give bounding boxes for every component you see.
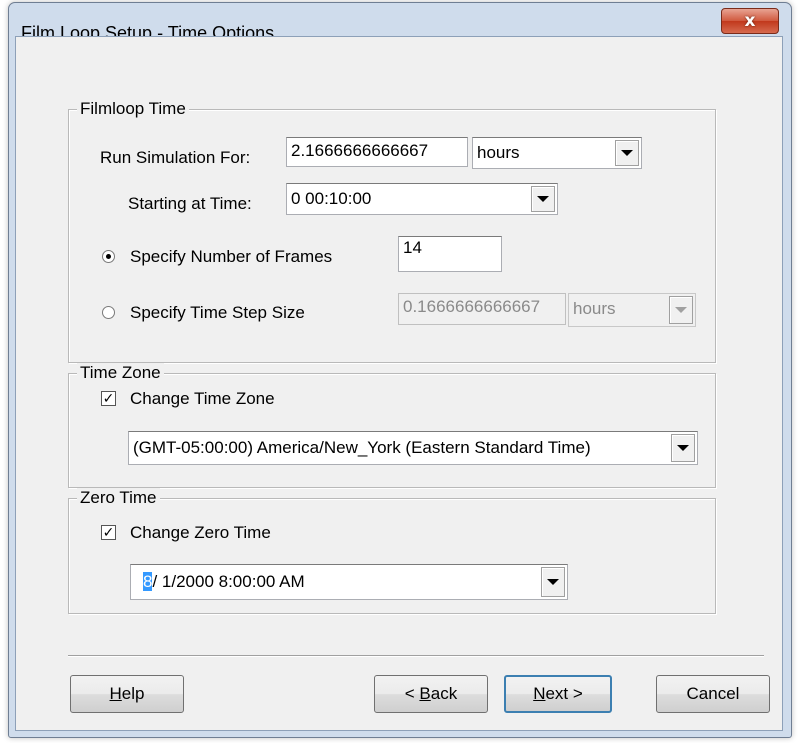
chevron-down-icon (677, 445, 689, 451)
change-zero-time-checkbox[interactable]: ✓ (101, 525, 116, 540)
next-label-rest: ext > (545, 684, 583, 703)
cancel-button[interactable]: Cancel (656, 675, 770, 713)
zero-time-value: 8/ 1/2000 8:00:00 AM (143, 565, 305, 599)
run-units-dropdown-arrow[interactable] (615, 140, 639, 166)
filmloop-time-group-label: Filmloop Time (77, 99, 189, 119)
starting-time-value: 0 00:10:00 (291, 189, 372, 208)
dialog-window: Film Loop Setup - Time Options x Filmloo… (8, 2, 792, 738)
help-button[interactable]: Help (70, 675, 184, 713)
step-units-dropdown-arrow (669, 296, 693, 324)
checkmark-icon: ✓ (102, 524, 115, 541)
specify-frames-label[interactable]: Specify Number of Frames (130, 247, 332, 267)
radio-selected-dot (106, 254, 111, 259)
zero-time-dropdown-arrow[interactable] (541, 567, 565, 597)
step-units-select: hours (568, 293, 696, 327)
frames-count-input[interactable]: 14 (398, 236, 502, 272)
run-units-value: hours (477, 143, 520, 162)
close-icon: x (744, 11, 756, 31)
step-size-input: 0.1666666666667 (398, 293, 566, 325)
chevron-down-icon (675, 307, 687, 313)
specify-frames-radio[interactable] (102, 250, 115, 263)
time-zone-group-label: Time Zone (77, 363, 164, 383)
back-label-rest: ack (430, 684, 458, 703)
back-prefix: < (404, 684, 420, 703)
time-zone-select[interactable]: (GMT-05:00:00) America/New_York (Eastern… (128, 431, 698, 465)
change-zero-time-label[interactable]: Change Zero Time (130, 523, 271, 543)
time-zone-value: (GMT-05:00:00) America/New_York (Eastern… (133, 438, 591, 457)
chevron-down-icon (621, 150, 633, 156)
next-button[interactable]: Next > (504, 675, 612, 713)
starting-time-dropdown-arrow[interactable] (531, 186, 555, 212)
zero-time-picker[interactable]: 8/ 1/2000 8:00:00 AM (130, 564, 568, 600)
chevron-down-icon (537, 196, 549, 202)
run-simulation-label: Run Simulation For: (100, 148, 251, 167)
next-accel: N (533, 684, 546, 703)
step-units-value: hours (573, 299, 616, 318)
change-time-zone-checkbox[interactable]: ✓ (101, 391, 116, 406)
zero-time-group-label: Zero Time (77, 488, 160, 508)
checkmark-icon: ✓ (102, 390, 115, 407)
time-zone-dropdown-arrow[interactable] (671, 434, 695, 462)
chevron-down-icon (547, 579, 559, 585)
starting-time-label: Starting at Time: (128, 194, 252, 213)
change-time-zone-label[interactable]: Change Time Zone (130, 389, 275, 409)
help-label-rest: elp (121, 684, 145, 703)
dialog-body: Filmloop Time Run Simulation For: 2.1666… (15, 36, 783, 731)
back-accel: B (419, 684, 431, 703)
button-separator-highlight (68, 656, 764, 657)
specify-step-radio[interactable] (102, 306, 115, 319)
back-button[interactable]: < Back (374, 675, 488, 713)
run-duration-input[interactable]: 2.1666666666667 (286, 137, 468, 167)
specify-step-label[interactable]: Specify Time Step Size (130, 303, 305, 323)
run-units-select[interactable]: hours (472, 137, 642, 169)
close-button[interactable]: x (721, 8, 779, 34)
starting-time-select[interactable]: 0 00:10:00 (286, 183, 558, 215)
zero-time-rest: / 1/2000 8:00:00 AM (152, 572, 305, 591)
help-accel: H (109, 684, 122, 703)
